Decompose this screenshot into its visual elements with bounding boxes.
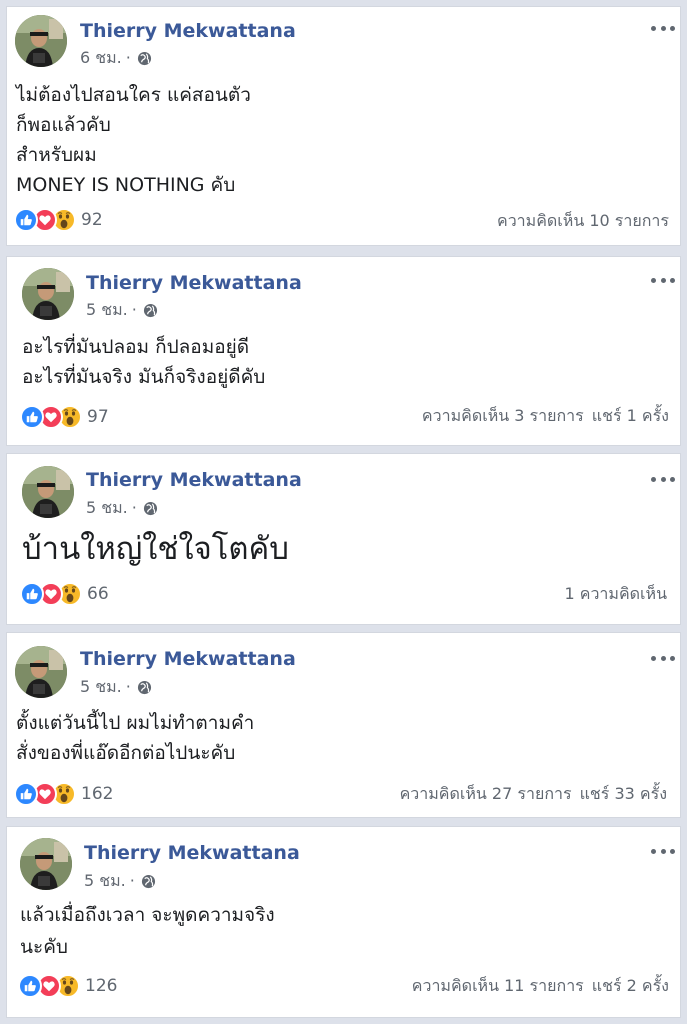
more-dot xyxy=(670,476,675,482)
share-count-link[interactable]: แชร์ 2 ครั้ง xyxy=(592,976,669,995)
engagement-stats: ความคิดเห็น 11 รายการ แชร์ 2 ครั้ง xyxy=(412,975,669,997)
more-dot xyxy=(651,277,656,283)
engagement-stats: 1 ความคิดเห็น xyxy=(564,583,667,605)
post-text-line: บ้านใหญ่ใช่ใจโตคับ xyxy=(22,531,289,567)
post-text-line: นะคับ xyxy=(20,936,68,958)
reactions-summary[interactable]: 92 xyxy=(14,207,103,233)
globe-icon xyxy=(141,874,156,889)
meta-separator: · xyxy=(129,871,135,890)
avatar[interactable] xyxy=(22,268,74,320)
author-name[interactable]: Thierry Mekwattana xyxy=(86,272,302,294)
more-options-icon[interactable] xyxy=(651,24,675,32)
comment-count-link[interactable]: ความคิดเห็น 3 รายการ xyxy=(422,406,584,425)
avatar[interactable] xyxy=(15,15,67,67)
reactions-summary[interactable]: 162 xyxy=(14,781,113,807)
like-icon xyxy=(20,405,44,429)
engagement-stats: ความคิดเห็น 3 รายการ แชร์ 1 ครั้ง xyxy=(422,405,669,427)
meta-separator: · xyxy=(131,300,137,319)
post-meta: 5 ชม. · xyxy=(86,300,158,320)
post-time[interactable]: 5 ชม. xyxy=(86,300,128,320)
comment-count-link[interactable]: ความคิดเห็น 10 รายการ xyxy=(497,211,669,230)
more-dot xyxy=(660,277,666,283)
like-icon xyxy=(14,208,38,232)
more-dot xyxy=(660,476,666,482)
engagement-stats: ความคิดเห็น 10 รายการ xyxy=(497,210,669,232)
author-name[interactable]: Thierry Mekwattana xyxy=(86,469,302,491)
author-name[interactable]: Thierry Mekwattana xyxy=(84,842,300,864)
more-dot xyxy=(660,655,666,661)
globe-icon xyxy=(137,51,152,66)
more-dot xyxy=(670,277,675,283)
more-options-icon[interactable] xyxy=(651,847,675,855)
more-dot xyxy=(670,25,675,31)
meta-separator: · xyxy=(125,48,131,67)
reactions-summary[interactable]: 126 xyxy=(18,973,117,999)
comment-count-link[interactable]: 1 ความคิดเห็น xyxy=(564,584,667,603)
post-text-line: MONEY IS NOTHING คับ xyxy=(16,174,236,196)
post-time[interactable]: 5 ชม. xyxy=(80,677,122,697)
reaction-count: 97 xyxy=(87,407,109,427)
more-dot xyxy=(651,655,656,661)
like-icon xyxy=(20,582,44,606)
reactions-summary[interactable]: 66 xyxy=(20,581,109,607)
more-dot xyxy=(670,655,675,661)
like-icon xyxy=(18,974,42,998)
post-text: บ้านใหญ่ใช่ใจโตคับ xyxy=(22,529,289,569)
more-options-icon[interactable] xyxy=(651,654,675,662)
reaction-count: 126 xyxy=(85,976,118,996)
post-time[interactable]: 6 ชม. xyxy=(80,48,122,68)
reaction-count: 92 xyxy=(81,210,103,230)
globe-icon xyxy=(143,501,158,516)
like-icon xyxy=(14,782,38,806)
comment-count-link[interactable]: ความคิดเห็น 27 รายการ xyxy=(400,784,572,803)
post-meta: 5 ชม. · xyxy=(80,677,152,697)
share-count-link[interactable]: แชร์ 33 ครั้ง xyxy=(580,784,667,803)
post-text: แล้วเมื่อถึงเวลา จะพูดความจริงนะคับ xyxy=(20,900,275,964)
share-count-link[interactable]: แชร์ 1 ครั้ง xyxy=(592,406,669,425)
globe-icon xyxy=(137,680,152,695)
post-meta: 6 ชม. · xyxy=(80,48,152,68)
more-dot xyxy=(651,476,656,482)
avatar[interactable] xyxy=(22,466,74,518)
screenshot-stage: Thierry Mekwattana 6 ชม. · ไม่ต้องไปสอนใคร … xyxy=(0,0,687,1024)
meta-separator: · xyxy=(125,677,131,696)
engagement-stats: ความคิดเห็น 27 รายการ แชร์ 33 ครั้ง xyxy=(400,783,667,805)
more-dot xyxy=(660,848,666,854)
reaction-count: 162 xyxy=(81,784,114,804)
post-text: อะไรที่มันปลอม ก็ปลอมอยู่ดีอะไรที่มันจริ… xyxy=(22,332,265,392)
more-dot xyxy=(670,848,675,854)
post-text-line: แล้วเมื่อถึงเวลา จะพูดความจริง xyxy=(20,904,275,926)
author-name[interactable]: Thierry Mekwattana xyxy=(80,648,296,670)
reaction-count: 66 xyxy=(87,584,109,604)
avatar[interactable] xyxy=(15,646,67,698)
more-dot xyxy=(651,848,656,854)
avatar[interactable] xyxy=(20,838,72,890)
post-text-line: อะไรที่มันจริง มันก็จริงอยู่ดีคับ xyxy=(22,366,266,388)
more-dot xyxy=(660,25,666,31)
reactions-summary[interactable]: 97 xyxy=(20,404,109,430)
post-text-line: ไม่ต้องไปสอนใคร แค่สอนตัว xyxy=(16,84,251,106)
globe-icon xyxy=(143,303,158,318)
post-text-line: สั่งของพี่แอ๊ดอีกต่อไปนะคับ xyxy=(16,742,236,764)
post-text-line: ตั้งแต่วันนี้ไป ผมไม่ทำตามคำ xyxy=(16,712,255,734)
more-options-icon[interactable] xyxy=(651,276,675,284)
author-name[interactable]: Thierry Mekwattana xyxy=(80,20,296,42)
post-meta: 5 ชม. · xyxy=(86,498,158,518)
post-text-line: สำหรับผม xyxy=(16,144,97,166)
post-meta: 5 ชม. · xyxy=(84,871,156,891)
comment-count-link[interactable]: ความคิดเห็น 11 รายการ xyxy=(412,976,584,995)
post-text: ตั้งแต่วันนี้ไป ผมไม่ทำตามคำสั่งของพี่แอ… xyxy=(16,708,254,768)
post-text: ไม่ต้องไปสอนใคร แค่สอนตัวก็พอแล้วคับสำหร… xyxy=(16,80,251,200)
post-time[interactable]: 5 ชม. xyxy=(86,498,128,518)
more-options-icon[interactable] xyxy=(651,475,675,483)
post-time[interactable]: 5 ชม. xyxy=(84,871,126,891)
post-text-line: อะไรที่มันปลอม ก็ปลอมอยู่ดี xyxy=(22,336,250,358)
meta-separator: · xyxy=(131,498,137,517)
post-text-line: ก็พอแล้วคับ xyxy=(16,114,111,136)
more-dot xyxy=(651,25,656,31)
